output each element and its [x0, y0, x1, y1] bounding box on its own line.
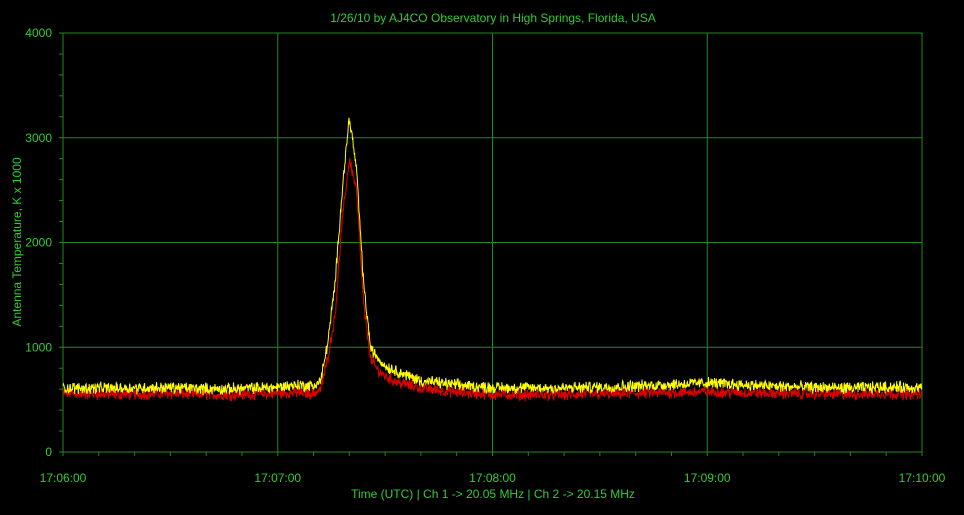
x-axis-label: Time (UTC) | Ch 1 -> 20.05 MHz | Ch 2 ->… — [351, 487, 635, 501]
y-tick-label: 3000 — [25, 131, 52, 145]
y-tick-label: 1000 — [25, 340, 52, 354]
x-tick-label: 17:06:00 — [40, 471, 87, 485]
y-tick-label: 0 — [45, 445, 52, 459]
y-tick-label: 4000 — [25, 26, 52, 40]
chart-title: 1/26/10 by AJ4CO Observatory in High Spr… — [330, 11, 655, 25]
chart: 1/26/10 by AJ4CO Observatory in High Spr… — [0, 0, 964, 510]
x-tick-label: 17:09:00 — [684, 471, 731, 485]
x-tick-label: 17:10:00 — [899, 471, 946, 485]
plot-area: 17:06:00 17:07:00 17:08:00 17:09:00 17:10:00… — [25, 26, 945, 485]
chart-svg: 1/26/10 by AJ4CO Observatory in High Spr… — [10, 11, 946, 501]
x-tick-label: 17:08:00 — [469, 471, 516, 485]
y-tick-label: 2000 — [25, 236, 52, 250]
y-axis-label: Antenna Temperature, K x 1000 — [10, 157, 24, 327]
x-tick-label: 17:07:00 — [254, 471, 301, 485]
